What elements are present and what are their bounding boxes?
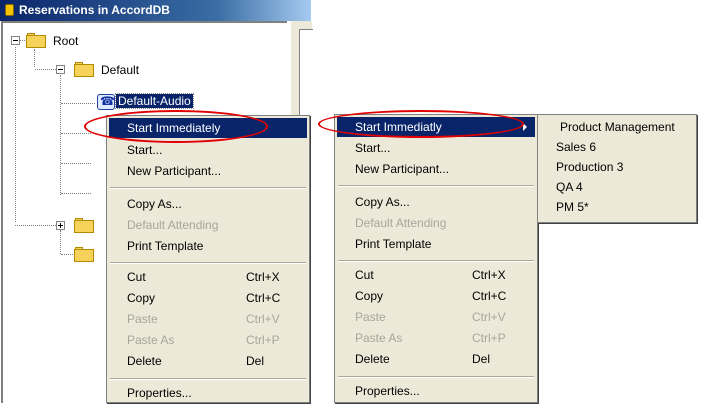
menu-item-start[interactable]: Start... — [337, 138, 535, 158]
annotation-ellipse-right — [318, 110, 524, 138]
tree-item-default[interactable]: Default — [101, 63, 139, 77]
collapse-root-minus-box-icon[interactable] — [11, 36, 20, 45]
title-bar[interactable]: Reservations in AccordDB — [0, 0, 311, 21]
folder-icon-2 — [74, 247, 94, 262]
menu-item-properties[interactable]: Properties... — [109, 383, 307, 403]
menu-item-cut[interactable]: Cut Ctrl+X — [337, 265, 535, 285]
annotation-ellipse-left — [84, 110, 268, 143]
menu-item-delete[interactable]: Delete Del — [337, 349, 535, 369]
menu-item-copy[interactable]: Copy Ctrl+C — [109, 288, 307, 308]
context-menu-right: Start Immediatly Start... New Participan… — [334, 114, 538, 403]
tree-item-root[interactable]: Root — [53, 34, 78, 48]
tree-item-default-audio[interactable]: Default-Audio — [115, 93, 194, 109]
menu-item-new-participant[interactable]: New Participant... — [109, 161, 307, 181]
window-title: Reservations in AccordDB — [19, 3, 170, 17]
submenu-item-production[interactable]: Production 3 — [556, 157, 623, 178]
expand-plus-box-icon[interactable] — [56, 221, 65, 230]
menu-item-paste: Paste Ctrl+V — [127, 312, 280, 326]
database-icon — [5, 4, 14, 16]
root-folder-icon — [26, 33, 46, 48]
participants-submenu: Product Management Sales 6 Production 3 … — [537, 114, 697, 223]
submenu-item-sales[interactable]: Sales 6 — [556, 137, 596, 158]
audio-phone-icon — [97, 94, 115, 110]
menu-item-cut[interactable]: Cut Ctrl+X — [109, 267, 307, 287]
default-folder-icon — [74, 62, 94, 77]
menu-item-copy-as[interactable]: Copy As... — [109, 194, 307, 214]
menu-item-paste-as: Paste As Ctrl+P — [355, 331, 506, 345]
context-menu-left: Start Immediately Start... New Participa… — [106, 115, 310, 403]
menu-item-properties[interactable]: Properties... — [337, 381, 535, 401]
menu-item-paste: Paste Ctrl+V — [355, 310, 506, 324]
collapse-default-minus-box-icon[interactable] — [56, 65, 65, 74]
folder-icon — [74, 218, 94, 233]
menu-item-default-attending: Default Attending — [355, 216, 447, 230]
menu-item-copy-as[interactable]: Copy As... — [337, 192, 535, 212]
menu-item-print-template[interactable]: Print Template — [109, 236, 307, 256]
menu-item-start[interactable]: Start... — [109, 140, 307, 160]
menu-item-new-participant[interactable]: New Participant... — [337, 159, 535, 179]
submenu-item-qa[interactable]: QA 4 — [556, 177, 583, 198]
submenu-item-product-management[interactable]: Product Management — [560, 117, 675, 138]
submenu-item-pm[interactable]: PM 5* — [556, 197, 589, 218]
menu-item-copy[interactable]: Copy Ctrl+C — [337, 286, 535, 306]
menu-item-print-template[interactable]: Print Template — [337, 234, 535, 254]
menu-item-default-attending: Default Attending — [127, 218, 219, 232]
menu-item-delete[interactable]: Delete Del — [109, 351, 307, 371]
menu-item-paste-as: Paste As Ctrl+P — [127, 333, 280, 347]
